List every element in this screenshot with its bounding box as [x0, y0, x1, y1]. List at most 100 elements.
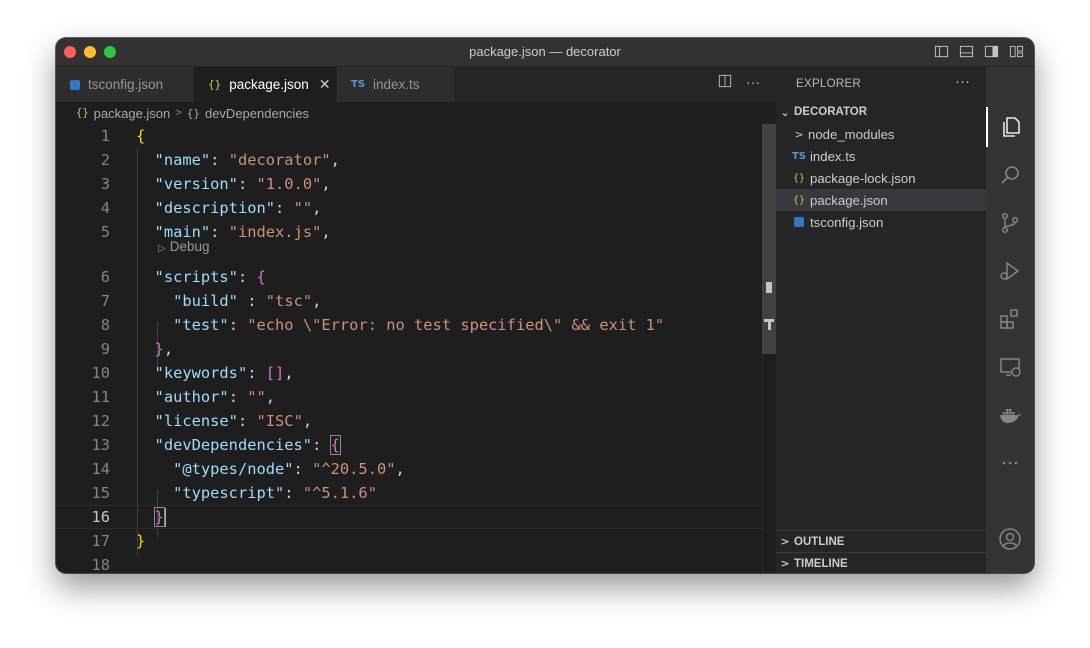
code-token: "license" — [154, 412, 238, 430]
code-line[interactable]: 8 "test": "echo \"Error: no test specifi… — [56, 313, 776, 337]
toggle-secondary-sidebar-icon[interactable] — [984, 44, 999, 59]
code-line[interactable]: 16 } — [56, 505, 776, 529]
code-token: "build" — [173, 292, 238, 310]
code-editor[interactable]: ▷ Debug 1{2 "name": "decorator", 3 "versio… — [56, 124, 776, 573]
breadcrumb-file[interactable]: package.json — [94, 106, 171, 121]
editor-tab-bar: tsconfig.json {} package.json ✕ TS index… — [56, 67, 776, 102]
code-line[interactable]: 13 "devDependencies": { — [56, 433, 776, 457]
code-token: "devDependencies" — [154, 436, 313, 454]
outline-section[interactable]: > OUTLINE — [776, 530, 986, 552]
scrollbar-marker — [766, 282, 772, 293]
code-text: "scripts": { — [136, 268, 266, 286]
code-token: { — [136, 127, 146, 145]
line-number: 13 — [91, 436, 110, 454]
accounts-icon[interactable] — [986, 519, 1034, 559]
breadcrumb: {} package.json > {} devDependencies — [56, 102, 776, 124]
split-editor-icon[interactable] — [718, 74, 732, 88]
code-token: : — [247, 364, 266, 382]
tsconfig-icon — [70, 79, 80, 90]
chevron-right-icon: > — [794, 127, 804, 141]
code-token: "index.js" — [228, 223, 322, 241]
code-line[interactable]: 9 }, — [56, 337, 776, 361]
code-line[interactable]: 15 "typescript": "^5.1.6" — [56, 481, 776, 505]
toggle-panel-icon[interactable] — [959, 44, 974, 59]
tree-item-package-lock-json[interactable]: {} package-lock.json — [776, 167, 986, 189]
activity-bar — [986, 67, 1034, 573]
tab-label: package.json — [229, 77, 309, 92]
remote-explorer-icon[interactable] — [986, 347, 1034, 387]
code-line[interactable]: 3 "version": "1.0.0", — [56, 172, 776, 196]
code-token: , — [312, 292, 322, 310]
search-icon[interactable] — [986, 155, 1034, 195]
tab-package-json[interactable]: {} package.json ✕ — [194, 67, 337, 102]
code-token: : — [284, 484, 303, 502]
code-token: : — [210, 223, 229, 241]
tree-item-tsconfig-json[interactable]: tsconfig.json — [776, 211, 986, 233]
code-line[interactable]: 1{ — [56, 124, 776, 148]
code-line[interactable]: 4 "description": "", — [56, 196, 776, 220]
title-bar: package.json — decorator — [56, 38, 1034, 67]
code-token: , — [284, 364, 294, 382]
more-actions-icon[interactable]: ··· — [746, 74, 760, 90]
explorer-more-icon[interactable]: ··· — [955, 73, 970, 90]
layout-controls — [934, 44, 1024, 59]
code-line[interactable]: 18 — [56, 553, 776, 573]
chevron-right-icon: > — [780, 557, 790, 570]
breadcrumb-symbol[interactable]: devDependencies — [205, 106, 309, 121]
code-token: "main" — [154, 223, 211, 241]
json-braces-icon: {} — [792, 172, 806, 184]
code-text: "description": "", — [136, 199, 322, 217]
code-token: : — [237, 412, 257, 430]
section-label: TIMELINE — [794, 557, 848, 570]
line-number: 7 — [100, 292, 110, 310]
explorer-icon[interactable] — [986, 107, 1034, 147]
code-line[interactable]: 5 "main": "index.js", — [56, 220, 776, 244]
code-line[interactable]: 6 "scripts": { — [56, 265, 776, 289]
close-tab-icon[interactable]: ✕ — [319, 76, 331, 93]
folder-decorator[interactable]: ⌄ DECORATOR — [776, 101, 986, 123]
tree-item-index-ts[interactable]: TS index.ts — [776, 145, 986, 167]
line-number: 16 — [91, 508, 110, 526]
line-number: 12 — [91, 412, 110, 430]
tsconfig-icon — [794, 217, 804, 227]
code-line[interactable]: 17} — [56, 529, 776, 553]
timeline-section[interactable]: > TIMELINE — [776, 552, 986, 573]
more-icon[interactable] — [986, 443, 1034, 483]
tab-index-ts[interactable]: TS index.ts — [337, 67, 455, 102]
toggle-primary-sidebar-icon[interactable] — [934, 44, 949, 59]
code-line[interactable]: 7 "build" : "tsc", — [56, 289, 776, 313]
customize-layout-icon[interactable] — [1009, 44, 1024, 59]
code-token: "ISC" — [256, 412, 303, 430]
tab-tsconfig-json[interactable]: tsconfig.json — [56, 67, 194, 102]
docker-icon[interactable] — [986, 395, 1034, 435]
run-debug-icon[interactable] — [986, 251, 1034, 291]
code-line[interactable]: 11 "author": "", — [56, 385, 776, 409]
tree-item-package-json[interactable]: {} package.json — [776, 189, 986, 211]
manage-gear-icon[interactable] — [986, 567, 1034, 573]
folder-label: DECORATOR — [794, 106, 868, 118]
tree-item-label: tsconfig.json — [810, 214, 884, 230]
code-line[interactable]: 12 "license": "ISC", — [56, 409, 776, 433]
code-token: , — [163, 340, 174, 358]
code-line[interactable]: 14 "@types/node": "^20.5.0", — [56, 457, 776, 481]
code-token: "scripts" — [154, 268, 238, 286]
line-number: 15 — [91, 484, 110, 502]
json-braces-icon: {} — [208, 78, 222, 91]
code-line[interactable]: 2 "name": "decorator", — [56, 148, 776, 172]
code-line[interactable]: 10 "keywords": [], — [56, 361, 776, 385]
extensions-icon[interactable] — [986, 299, 1034, 339]
code-text: "devDependencies": { — [136, 435, 341, 455]
code-token: "keywords" — [154, 364, 248, 382]
line-number: 1 — [100, 127, 110, 145]
code-token: , — [312, 199, 322, 217]
text-cursor — [163, 507, 166, 527]
code-token: [] — [265, 364, 285, 382]
matched-bracket: } — [153, 506, 165, 527]
source-control-icon[interactable] — [986, 203, 1034, 243]
tree-item-node-modules[interactable]: > node_modules — [776, 123, 986, 145]
code-token: , — [321, 175, 331, 193]
code-token: , — [265, 388, 276, 406]
